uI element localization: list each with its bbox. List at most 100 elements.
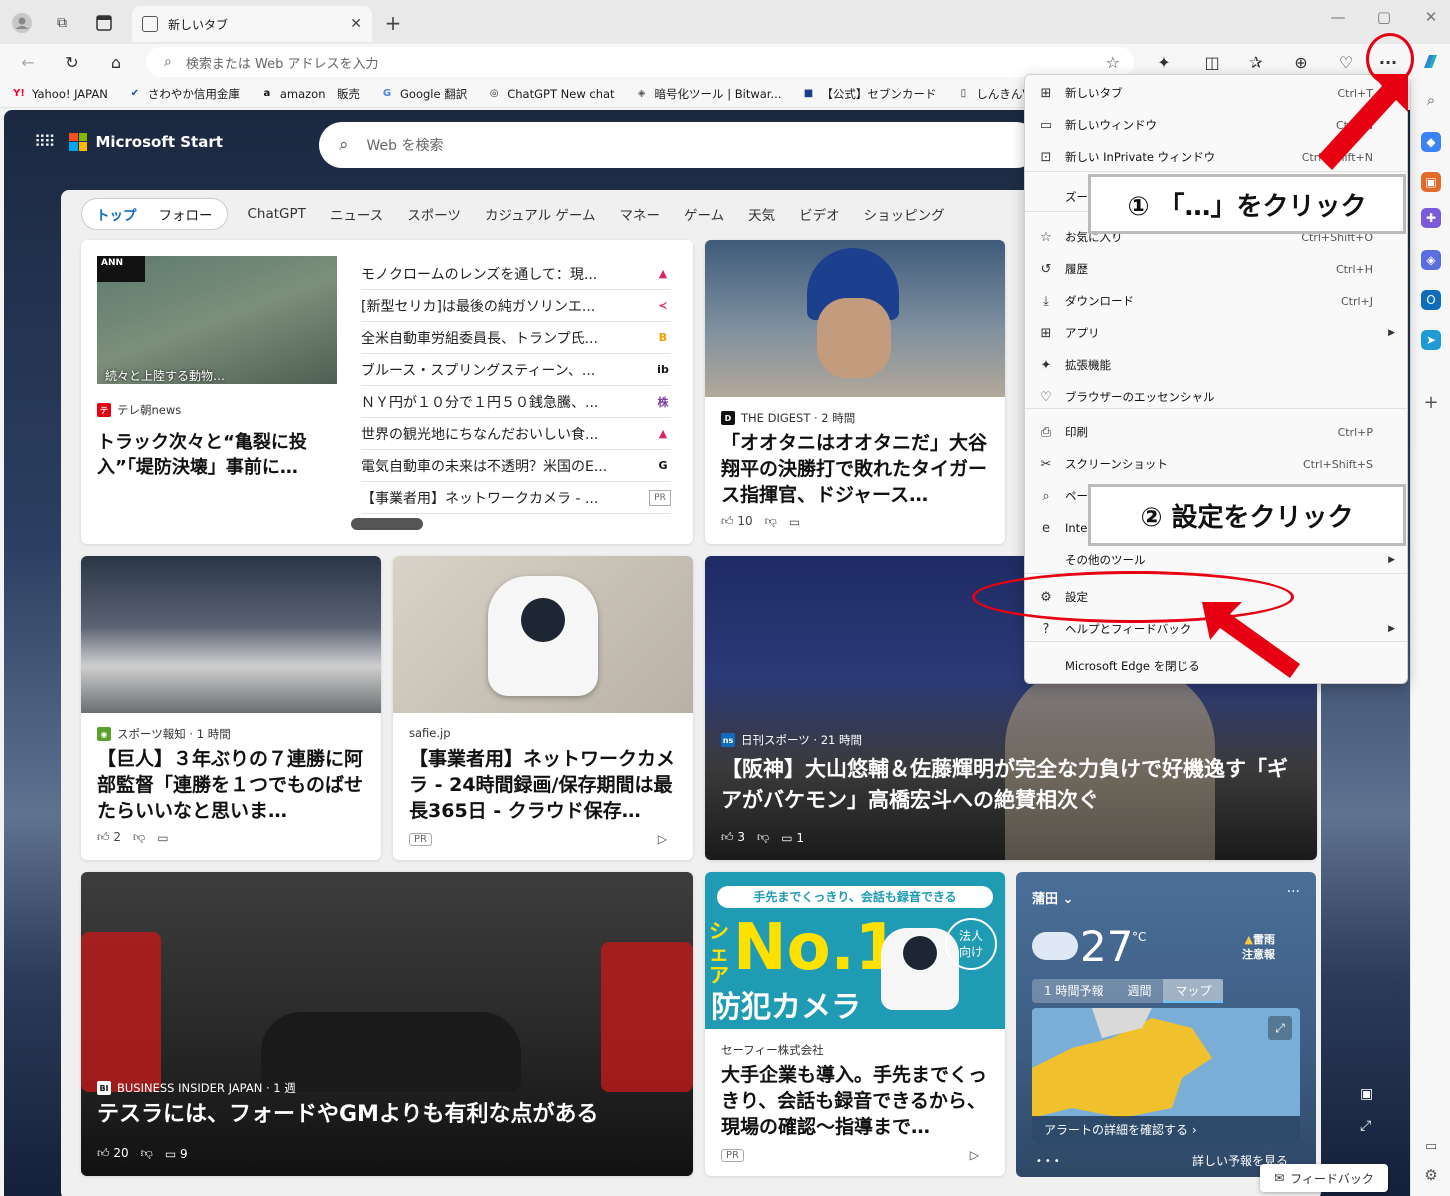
list-item[interactable]: 世界の観光地にちなんだおいしい食... ▲ (361, 418, 671, 450)
feedback-button[interactable]: ✉ フィードバック (1260, 1164, 1388, 1192)
favorite-link[interactable]: ◎ ChatGPT New chat (487, 87, 615, 101)
address-bar[interactable]: ⌕ 検索または Web アドレスを入力 ☆ (146, 47, 1134, 77)
favorite-link[interactable]: Y! Yahoo! JAPAN (12, 87, 108, 101)
headline[interactable]: 【阪神】大山悠輔＆佐藤輝明が完全な力負けで好機逸す「ギアがバケモン」高橋宏斗への… (721, 754, 1306, 816)
office-icon[interactable]: ◈ (1421, 250, 1441, 270)
list-item[interactable]: ＮＹ円が１０分で１円５０銭急騰、... 株 (361, 386, 671, 418)
tab-follow[interactable]: フォロー (159, 204, 213, 224)
search-icon[interactable]: ⌕ (1421, 90, 1441, 110)
copilot-icon[interactable] (1418, 50, 1442, 74)
close-window-button[interactable]: ✕ (1416, 8, 1446, 26)
workspaces-icon[interactable]: ⧉ (50, 11, 74, 35)
list-item[interactable]: 電気自動車の未来は不透明？米国のE... G (361, 450, 671, 482)
refresh-icon[interactable]: ↻ (60, 50, 84, 74)
alert-detail-link[interactable]: アラートの詳細を確認する › (1032, 1116, 1300, 1144)
headline[interactable]: トラック次々と“亀裂に投入”「堤防決壊」事前に… (97, 430, 342, 480)
tab-weather[interactable]: 天気 (748, 204, 775, 224)
headline[interactable]: テスラには、フォードやGMよりも有利な点がある (97, 1100, 682, 1130)
favorite-link[interactable]: ✔ さわやか信用金庫 (128, 86, 240, 102)
tab-video[interactable]: ビデオ (799, 204, 840, 224)
favorite-link[interactable]: a amazon 販売 (260, 86, 360, 102)
favorite-link[interactable]: ◈ 暗号化ツール | Bitwar... (635, 86, 782, 102)
comment-icon[interactable]: ▭ (789, 515, 800, 529)
ad-choices-icon[interactable]: ▷ (970, 1148, 979, 1162)
profile-icon[interactable] (10, 11, 34, 35)
new-tab-button[interactable]: + (381, 11, 405, 35)
comment-icon[interactable]: ▭ 1 (781, 831, 804, 845)
tab-top[interactable]: トップ (96, 204, 137, 224)
menu-item[interactable]: ↺ 履歴 Ctrl+H (1025, 253, 1407, 285)
gear-icon[interactable]: ⚙ (1421, 1165, 1441, 1185)
favorites-icon[interactable]: ✰ (1244, 50, 1268, 74)
ad-card[interactable]: safie.jp 【事業者用】ネットワークカメラ - 24時間録画/保存期間は最… (393, 556, 693, 860)
favorite-star-icon[interactable]: ☆ (1106, 53, 1120, 72)
news-thumbnail[interactable]: ANN 続々と上陸する動物… (97, 256, 337, 384)
send-icon[interactable]: ➤ (1421, 330, 1441, 350)
weather-alert[interactable]: ▲雷雨 注意報 (1242, 932, 1275, 962)
minimize-button[interactable]: — (1323, 8, 1353, 26)
back-arrow-icon[interactable]: ← (16, 50, 40, 74)
outlook-icon[interactable]: O (1421, 290, 1441, 310)
weather-card[interactable]: 蒲田 ⌄ ··· 27 °C ▲雷雨 注意報 1 時間予報 週間 マップ ⤢ ア… (1016, 872, 1316, 1177)
list-item[interactable]: 全米自動車労組委員長、トランプ氏... B (361, 322, 671, 354)
tab-games[interactable]: ゲーム (684, 204, 724, 224)
list-item[interactable]: [新型セリカ]は最後の純ガソリンエ... ≺ (361, 290, 671, 322)
list-item[interactable]: 【事業者用】ネットワークカメラ - ... PR (361, 482, 671, 514)
dislike-icon[interactable]: 👎︎ (133, 830, 145, 845)
like-icon[interactable]: 👍︎ 20 (97, 1146, 129, 1161)
menu-item[interactable]: ✦ 拡張機能 (1025, 349, 1407, 381)
fullscreen-icon[interactable]: ⤢ (1360, 1118, 1371, 1134)
split-screen-icon[interactable]: ◫ (1200, 50, 1224, 74)
ad-card[interactable]: 手先までくっきり、会話も録音できる シェア No.1 防犯カメラ 法人向け セー… (705, 872, 1005, 1176)
tab-hourly[interactable]: 1 時間予報 (1032, 979, 1115, 1003)
dislike-icon[interactable]: 👎︎ (757, 830, 769, 845)
app-launcher-icon[interactable]: ⠿⠿ (34, 132, 55, 151)
tab-new-tab[interactable]: 新しいタブ ✕ (132, 6, 372, 42)
tab-map[interactable]: マップ (1163, 979, 1224, 1003)
more-options-icon[interactable]: ··· (1287, 884, 1300, 900)
like-icon[interactable]: 👍︎ 10 (721, 514, 753, 529)
carousel-indicator[interactable] (351, 518, 423, 530)
tab-casual-games[interactable]: カジュアル ゲーム (485, 204, 596, 224)
menu-item[interactable]: ✂ スクリーンショット Ctrl+Shift+S (1025, 448, 1407, 480)
expand-icon[interactable]: ⤢ (1268, 1016, 1292, 1040)
headline[interactable]: 【事業者用】ネットワークカメラ - 24時間録画/保存期間は最長365日 - ク… (409, 746, 681, 824)
maximize-button[interactable]: ▢ (1369, 8, 1399, 26)
add-icon[interactable]: + (1421, 392, 1441, 413)
tab-sports[interactable]: スポーツ (407, 204, 461, 224)
tab-news[interactable]: ニュース (330, 204, 383, 224)
headline[interactable]: 【巨人】３年ぶりの７連勝に阿部監督「連勝を１つでものばせたらいいなと思いま… (97, 746, 369, 824)
home-icon[interactable]: ⌂ (104, 50, 128, 74)
background-image-icon[interactable]: ▣ (1360, 1086, 1373, 1102)
games-icon[interactable]: ✚ (1421, 208, 1441, 228)
menu-item[interactable]: ⊞ アプリ ▶ (1025, 317, 1407, 349)
favorite-link[interactable]: ■ 【公式】セブンカード (801, 86, 937, 102)
ad-choices-icon[interactable]: ▷ (658, 832, 667, 846)
like-icon[interactable]: 👍︎ 2 (97, 830, 121, 845)
tools-icon[interactable]: ▣ (1421, 172, 1441, 192)
menu-item[interactable]: その他のツール ▶ (1025, 544, 1407, 576)
menu-item[interactable]: ⤓ ダウンロード Ctrl+J (1025, 285, 1407, 317)
vertical-tabs-icon[interactable] (92, 11, 116, 35)
dislike-icon[interactable]: 👎︎ (765, 514, 777, 529)
menu-item[interactable]: ♡ ブラウザーのエッセンシャル (1025, 381, 1407, 413)
brand-name[interactable]: Microsoft Start (95, 133, 222, 151)
favorite-link[interactable]: G Google 翻訳 (380, 86, 467, 102)
menu-item[interactable]: ⎙ 印刷 Ctrl+P (1025, 416, 1407, 448)
comment-icon[interactable]: ▭ (157, 831, 168, 845)
weather-location[interactable]: 蒲田 ⌄ (1032, 888, 1073, 907)
tab-chatgpt[interactable]: ChatGPT (248, 206, 306, 222)
web-search-box[interactable]: ⌕ Web を検索 (319, 122, 1039, 168)
tab-money[interactable]: マネー (620, 204, 661, 224)
tab-weekly[interactable]: 週間 (1115, 979, 1163, 1003)
close-tab-icon[interactable]: ✕ (350, 16, 362, 32)
list-item[interactable]: モノクロームのレンズを通して：現... ▲ (361, 258, 671, 290)
news-card[interactable]: BI BUSINESS INSIDER JAPAN · 1 週 テスラには、フォ… (81, 872, 693, 1176)
weather-map[interactable]: ⤢ アラートの詳細を確認する › (1032, 1008, 1300, 1144)
comment-icon[interactable]: ▭ 9 (165, 1147, 188, 1161)
list-item[interactable]: ブルース・スプリングスティーン、... ib (361, 354, 671, 386)
dislike-icon[interactable]: 👎︎ (141, 1146, 153, 1161)
news-card[interactable]: D THE DIGEST · 2 時間 「オオタニはオオタニだ」大谷翔平の決勝打… (705, 240, 1005, 544)
weather-pager[interactable]: ••• (1036, 1156, 1063, 1167)
news-card[interactable]: ◉ スポーツ報知 · 1 時間 【巨人】３年ぶりの７連勝に阿部監督「連勝を１つで… (81, 556, 381, 860)
